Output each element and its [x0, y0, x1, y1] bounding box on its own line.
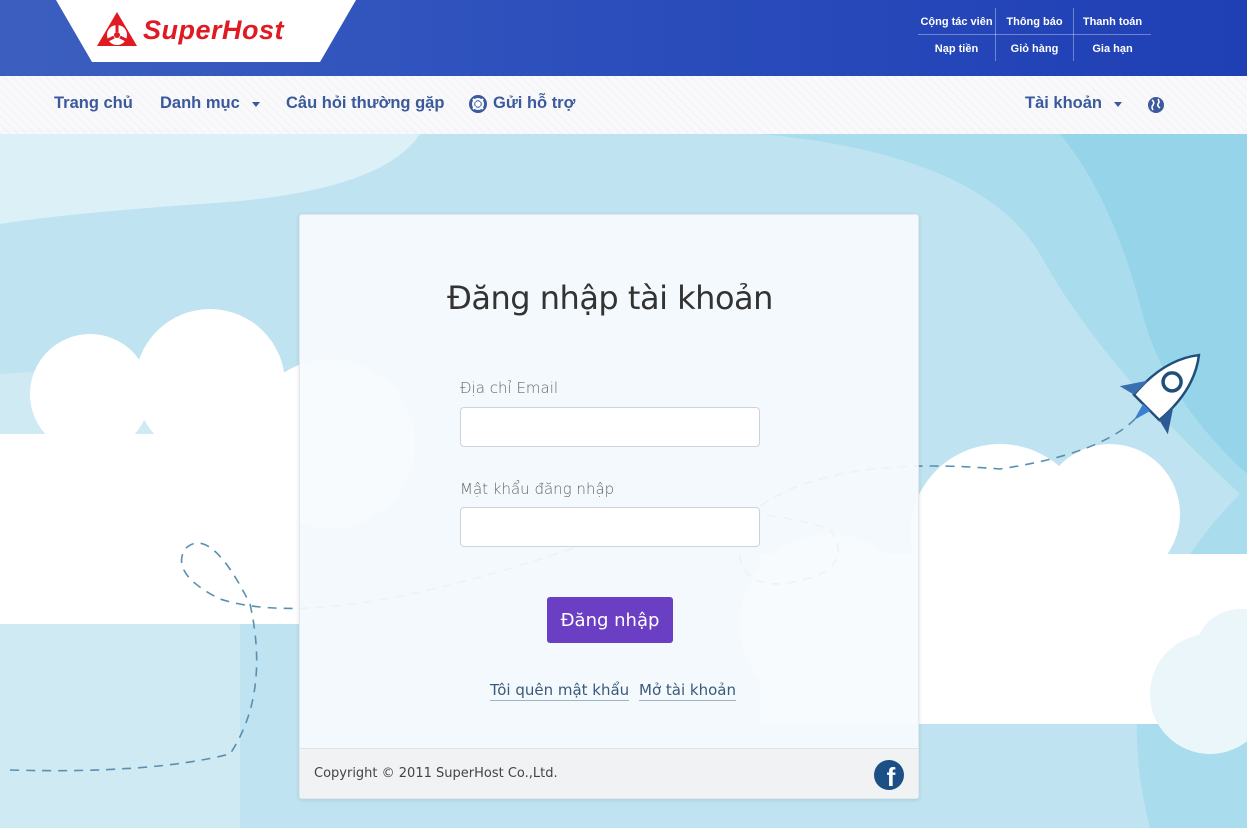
- register-link[interactable]: Mở tài khoản: [639, 681, 736, 701]
- lifebuoy-icon: [469, 94, 487, 113]
- nav-home[interactable]: Trang chủ: [54, 94, 133, 113]
- nav-account[interactable]: Tài khoản: [1025, 94, 1123, 113]
- top-header-bar: SuperHost Cộng tác viên Thông báo Thanh …: [0, 0, 1247, 76]
- nav-support[interactable]: Gửi hỗ trợ: [469, 94, 575, 113]
- email-field[interactable]: [460, 407, 760, 447]
- caret-down-icon: [251, 102, 260, 107]
- password-label: Mật khẩu đăng nhập: [460, 480, 615, 498]
- login-button[interactable]: Đăng nhập: [547, 597, 673, 643]
- forgot-password-link[interactable]: Tôi quên mật khẩu: [490, 681, 630, 701]
- nav-faq-label: Câu hỏi thường gặp: [286, 94, 445, 112]
- nav-support-label: Gửi hỗ trợ: [493, 94, 576, 112]
- card-footer: Copyright © 2011 SuperHost Co.,Ltd. f: [300, 748, 918, 798]
- globe-icon: [1148, 97, 1164, 113]
- top-link-cart[interactable]: Giỏ hàng: [996, 35, 1073, 62]
- top-link-announcements[interactable]: Thông báo: [996, 8, 1073, 35]
- top-link-payment[interactable]: Thanh toán: [1074, 8, 1151, 35]
- brand-logo[interactable]: SuperHost: [95, 10, 284, 50]
- nav-account-label: Tài khoản: [1025, 94, 1103, 112]
- top-links: Cộng tác viên Thông báo Thanh toán Nạp t…: [918, 8, 1151, 62]
- logo-mark-icon: [97, 12, 137, 46]
- copyright-text: Copyright © 2011 SuperHost Co.,Ltd.: [314, 766, 558, 781]
- nav-categories-label: Danh mục: [160, 94, 240, 112]
- email-label: Địa chỉ Email: [460, 379, 559, 397]
- nav-categories[interactable]: Danh mục: [160, 94, 260, 113]
- nav-faq[interactable]: Câu hỏi thường gặp: [286, 94, 444, 113]
- login-card: Đăng nhập tài khoản Địa chỉ Email Mật kh…: [299, 214, 919, 799]
- login-title: Đăng nhập tài khoản: [447, 279, 773, 317]
- facebook-icon[interactable]: f: [874, 760, 904, 790]
- password-field[interactable]: [460, 507, 760, 547]
- main-nav: Trang chủ Danh mục Câu hỏi thường gặp Gử…: [0, 76, 1247, 134]
- nav-home-label: Trang chủ: [54, 94, 133, 112]
- top-link-affiliate[interactable]: Cộng tác viên: [918, 8, 995, 35]
- top-link-topup[interactable]: Nạp tiền: [918, 35, 995, 62]
- language-selector[interactable]: [1147, 96, 1165, 114]
- caret-down-icon: [1114, 102, 1123, 107]
- top-link-renew[interactable]: Gia hạn: [1074, 35, 1151, 62]
- brand-name: SuperHost: [143, 14, 285, 45]
